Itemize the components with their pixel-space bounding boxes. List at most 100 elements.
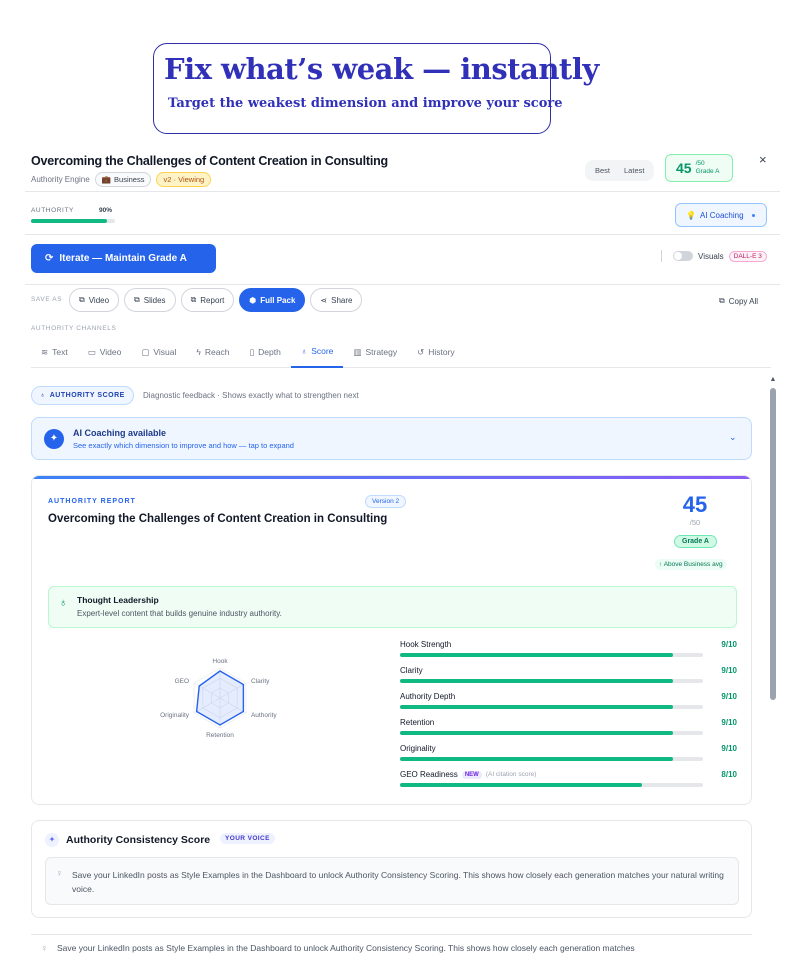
next-card-peek: ♀ Save your LinkedIn posts as Style Exam… <box>31 934 752 961</box>
dimension-label: Authority Depth <box>400 692 455 701</box>
authority-progress <box>31 219 115 223</box>
save-video-button[interactable]: ⧉ Video <box>69 288 120 312</box>
radar-series <box>195 670 245 726</box>
scrollbar-thumb[interactable] <box>770 388 776 700</box>
copy-all-button[interactable]: ⧉ Copy All <box>719 296 758 306</box>
report-label: AUTHORITY REPORT <box>48 498 136 505</box>
scrollbar[interactable]: ▲ <box>768 376 778 961</box>
accent-bar <box>32 476 751 479</box>
content-panel: Overcoming the Challenges of Content Cre… <box>25 146 780 961</box>
dimension-fill <box>400 705 673 709</box>
tab-text[interactable]: ≋ Text <box>31 336 78 368</box>
coaching-title: AI Coaching available <box>73 428 167 438</box>
version-badge: Version 2 <box>365 495 407 508</box>
copy-all-label: Copy All <box>728 296 759 306</box>
tab-depth[interactable]: ▯ Depth <box>239 336 290 368</box>
latest-option[interactable]: Latest <box>617 163 651 178</box>
copy-icon: ⧉ <box>134 295 140 304</box>
iterate-button[interactable]: ⟳ Iterate — Maintain Grade A <box>31 244 216 273</box>
leadership-title: Thought Leadership <box>77 595 159 605</box>
award-icon: ♁ <box>300 346 308 356</box>
ai-coaching-button[interactable]: 💡 AI Coaching <box>675 203 767 227</box>
version-chip[interactable]: v2 · Viewing <box>156 172 212 187</box>
score-out-of: /50 <box>695 160 705 168</box>
badge-label: AUTHORITY SCORE <box>49 392 125 399</box>
refresh-icon: ⟳ <box>45 253 54 264</box>
dimension-track <box>400 757 703 761</box>
tab-video[interactable]: ▭ Video <box>78 336 132 368</box>
tab-score[interactable]: ♁ Score <box>290 336 344 368</box>
leadership-desc: Expert-level content that builds genuine… <box>77 609 282 618</box>
header-meta: Authority Engine 💼 Business v2 · Viewing <box>31 172 212 187</box>
tab-label: Text <box>52 347 68 357</box>
dimension-label: GEO Readiness NEW (AI citation score) <box>400 770 536 779</box>
your-voice-badge: YOUR VOICE <box>220 833 275 844</box>
dimension-track <box>400 731 703 735</box>
page-title: Overcoming the Challenges of Content Cre… <box>31 154 388 168</box>
score-grade: Grade A <box>695 168 720 175</box>
ai-coaching-panel[interactable]: ✦ AI Coaching available See exactly whic… <box>31 417 752 460</box>
authority-report-card: AUTHORITY REPORT Version 2 Overcoming th… <box>31 475 752 805</box>
callout-title: Fix what’s weak — instantly <box>164 52 599 86</box>
ai-coaching-label: AI Coaching <box>699 210 744 220</box>
chevron-down-icon[interactable]: ⌄ <box>729 432 737 443</box>
dimension-row: Hook Strength 9/10 <box>400 640 737 666</box>
peek-text: Save your LinkedIn posts as Style Exampl… <box>57 943 635 953</box>
scroll-up-icon[interactable]: ▲ <box>768 376 778 383</box>
tab-reach[interactable]: ϟ Reach <box>186 336 239 368</box>
visuals-toggle[interactable] <box>673 251 693 261</box>
engine-label: Authority Engine <box>31 175 90 184</box>
thought-leadership-banner: ♁ Thought Leadership Expert-level conten… <box>48 586 737 628</box>
authority-progress-fill <box>31 219 107 223</box>
dimension-track <box>400 679 703 683</box>
authority-percent: 90% <box>99 207 113 214</box>
best-latest-toggle[interactable]: Best Latest <box>585 160 655 181</box>
best-option[interactable]: Best <box>588 163 617 178</box>
copy-icon: ⧉ <box>719 296 725 305</box>
dimension-name: Retention <box>400 718 435 727</box>
dimension-fill <box>400 653 673 657</box>
dimension-score: 9/10 <box>721 640 737 649</box>
tab-label: Reach <box>204 347 230 357</box>
consistency-info: ♀ Save your LinkedIn posts as Style Exam… <box>45 857 739 905</box>
callout-subtitle: Target the weakest dimension and improve… <box>168 96 563 111</box>
dimension-track <box>400 653 703 657</box>
above-average-badge: ↑ Above Business avg <box>655 559 727 570</box>
tab-history[interactable]: ↺ History <box>407 336 465 368</box>
close-icon[interactable]: × <box>759 152 767 167</box>
category-label: Business <box>114 175 145 184</box>
save-slides-button[interactable]: ⧉ Slides <box>124 288 176 312</box>
consistency-text: Save your LinkedIn posts as Style Exampl… <box>72 870 724 894</box>
separator <box>661 250 662 262</box>
tab-visual[interactable]: ▢ Visual <box>131 336 186 368</box>
divider <box>25 284 780 285</box>
tab-label: Strategy <box>365 347 398 357</box>
dimension-bars: Hook Strength 9/10 Clarity 9/10 Authority De… <box>400 640 737 796</box>
dimension-score: 8/10 <box>721 770 737 779</box>
consistency-title: Authority Consistency Score <box>66 834 211 846</box>
save-report-button[interactable]: ⧉ Report <box>180 288 235 312</box>
tab-label: Depth <box>258 347 281 357</box>
status-dot <box>751 213 755 217</box>
save-report-label: Report <box>200 295 225 305</box>
tab-label: Video <box>99 347 122 357</box>
radar-label: Retention <box>206 732 234 739</box>
presentation-icon: ▢ <box>141 346 150 357</box>
dimension-fill <box>400 757 673 761</box>
tab-strategy[interactable]: ▥ Strategy <box>343 336 407 368</box>
coaching-subtitle: See exactly which dimension to improve a… <box>73 441 294 450</box>
dalle-badge: DALL-E 3 <box>728 250 767 262</box>
dimension-label: Hook Strength <box>400 640 451 649</box>
dimension-name: Originality <box>400 744 436 753</box>
lightbulb-icon: 💡 <box>686 210 696 220</box>
dimension-row: Clarity 9/10 <box>400 666 737 692</box>
full-pack-button[interactable]: ⬢ Full Pack <box>239 288 306 312</box>
dimension-label: Clarity <box>400 666 423 675</box>
sparkle-icon: ✦ <box>45 833 59 847</box>
report-score: 45 /50 <box>662 492 728 527</box>
award-icon: ♁ <box>59 597 68 609</box>
save-as-label: SAVE AS <box>31 296 63 303</box>
columns-icon: ▥ <box>353 346 362 357</box>
package-icon: ⬢ <box>249 295 257 305</box>
share-button[interactable]: ⋖ Share <box>310 288 363 312</box>
